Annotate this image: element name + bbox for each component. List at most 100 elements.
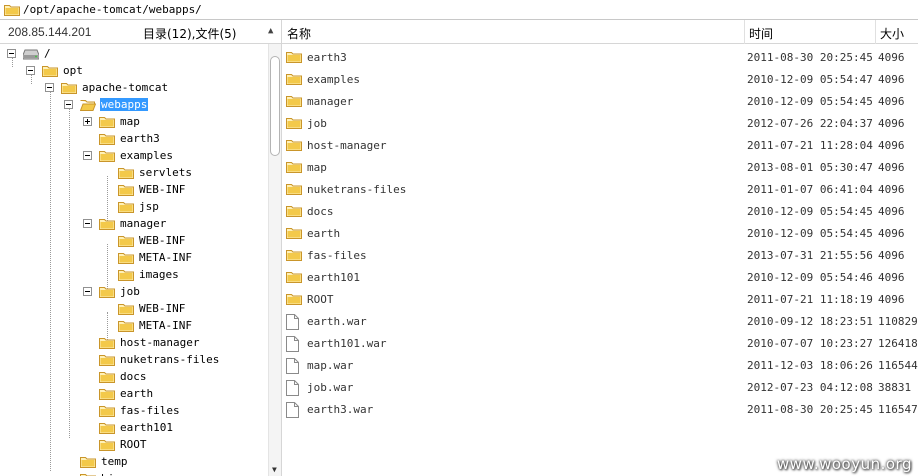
- tree-node[interactable]: map: [83, 113, 141, 130]
- tree-node-label[interactable]: earth101: [119, 421, 174, 434]
- tree-scrollbar[interactable]: ▼: [268, 44, 281, 476]
- file-row[interactable]: job.war 2012-07-23 04:12:08 38831: [282, 376, 918, 398]
- collapse-icon[interactable]: [7, 49, 16, 58]
- column-name-header[interactable]: 名称: [287, 25, 311, 42]
- tree-node[interactable]: temp: [64, 453, 129, 470]
- file-row[interactable]: fas-files 2013-07-31 21:55:56 4096: [282, 244, 918, 266]
- tree-node[interactable]: fas-files: [83, 402, 181, 419]
- tree-node[interactable]: job: [83, 283, 141, 300]
- file-row[interactable]: earth101.war 2010-07-07 10:23:27 1264182: [282, 332, 918, 354]
- tree-node-label[interactable]: nuketrans-files: [119, 353, 220, 366]
- file-name[interactable]: earth: [307, 227, 340, 240]
- tree-node[interactable]: jsp: [102, 198, 160, 215]
- collapse-icon[interactable]: [83, 151, 92, 160]
- tree-node[interactable]: opt: [26, 62, 84, 79]
- file-name[interactable]: earth3: [307, 51, 347, 64]
- tree-node-label[interactable]: job: [119, 285, 141, 298]
- file-name[interactable]: job: [307, 117, 327, 130]
- column-divider[interactable]: [744, 20, 745, 44]
- collapse-icon[interactable]: [26, 66, 35, 75]
- file-row[interactable]: manager 2010-12-09 05:54:45 4096: [282, 90, 918, 112]
- tree-node[interactable]: bin: [64, 470, 122, 476]
- tree-node[interactable]: WEB-INF: [102, 181, 186, 198]
- file-name[interactable]: fas-files: [307, 249, 367, 262]
- file-name[interactable]: earth101.war: [307, 337, 386, 350]
- collapse-icon[interactable]: [64, 100, 73, 109]
- file-row[interactable]: earth 2010-12-09 05:54:45 4096: [282, 222, 918, 244]
- tree-node[interactable]: /: [7, 45, 52, 62]
- file-name[interactable]: earth.war: [307, 315, 367, 328]
- tree-node[interactable]: earth101: [83, 419, 174, 436]
- file-row[interactable]: earth3.war 2011-08-30 20:25:45 1165474: [282, 398, 918, 420]
- file-row[interactable]: host-manager 2011-07-21 11:28:04 4096: [282, 134, 918, 156]
- collapse-icon[interactable]: [45, 83, 54, 92]
- scrollbar-thumb[interactable]: [270, 56, 280, 156]
- tree-node-label[interactable]: META-INF: [138, 251, 193, 264]
- tree-node-label[interactable]: jsp: [138, 200, 160, 213]
- file-name[interactable]: earth101: [307, 271, 360, 284]
- file-row[interactable]: ROOT 2011-07-21 11:18:19 4096: [282, 288, 918, 310]
- tree-node[interactable]: WEB-INF: [102, 300, 186, 317]
- tree-node[interactable]: nuketrans-files: [83, 351, 220, 368]
- path-bar[interactable]: /opt/apache-tomcat/webapps/: [0, 0, 918, 20]
- tree-node-label[interactable]: temp: [100, 455, 129, 468]
- tree-node[interactable]: earth3: [83, 130, 161, 147]
- tree-node-label[interactable]: map: [119, 115, 141, 128]
- file-name[interactable]: docs: [307, 205, 334, 218]
- tree-node-label[interactable]: META-INF: [138, 319, 193, 332]
- tree-node-label[interactable]: earth: [119, 387, 154, 400]
- column-size-header[interactable]: 大小: [880, 25, 904, 42]
- tree-node-label[interactable]: /: [43, 47, 52, 60]
- tree-node[interactable]: earth: [83, 385, 154, 402]
- file-row[interactable]: earth.war 2010-09-12 18:23:51 1108299: [282, 310, 918, 332]
- tree-node-label[interactable]: WEB-INF: [138, 234, 186, 247]
- file-name[interactable]: examples: [307, 73, 360, 86]
- tree-node-label[interactable]: webapps: [100, 98, 149, 111]
- tree-node[interactable]: examples: [83, 147, 174, 164]
- tree-node[interactable]: images: [102, 266, 180, 283]
- tree-node-label[interactable]: opt: [62, 64, 84, 77]
- tree-node-label[interactable]: apache-tomcat: [81, 81, 169, 94]
- tree-node-label[interactable]: host-manager: [119, 336, 200, 349]
- collapse-icon[interactable]: [83, 219, 92, 228]
- file-name[interactable]: host-manager: [307, 139, 386, 152]
- expand-icon[interactable]: [83, 117, 92, 126]
- tree-node[interactable]: ROOT: [83, 436, 148, 453]
- tree-node-label[interactable]: WEB-INF: [138, 183, 186, 196]
- file-row[interactable]: earth101 2010-12-09 05:54:46 4096: [282, 266, 918, 288]
- column-divider[interactable]: [875, 20, 876, 44]
- file-name[interactable]: ROOT: [307, 293, 334, 306]
- file-row[interactable]: map 2013-08-01 05:30:47 4096: [282, 156, 918, 178]
- tree-node-label[interactable]: fas-files: [119, 404, 181, 417]
- tree-node-label[interactable]: docs: [119, 370, 148, 383]
- file-row[interactable]: earth3 2011-08-30 20:25:45 4096: [282, 46, 918, 68]
- tree-node-label[interactable]: earth3: [119, 132, 161, 145]
- tree-node[interactable]: webapps: [64, 96, 149, 113]
- tree-node-label[interactable]: bin: [100, 472, 122, 476]
- tree-node-label[interactable]: servlets: [138, 166, 193, 179]
- file-name[interactable]: earth3.war: [307, 403, 373, 416]
- tree-node[interactable]: host-manager: [83, 334, 200, 351]
- file-name[interactable]: manager: [307, 95, 353, 108]
- tree-node[interactable]: META-INF: [102, 317, 193, 334]
- column-time-header[interactable]: 时间: [749, 25, 773, 42]
- tree-node-label[interactable]: ROOT: [119, 438, 148, 451]
- tree-node-label[interactable]: images: [138, 268, 180, 281]
- file-row[interactable]: nuketrans-files 2011-01-07 06:41:04 4096: [282, 178, 918, 200]
- tree-node[interactable]: servlets: [102, 164, 193, 181]
- file-name[interactable]: job.war: [307, 381, 353, 394]
- file-row[interactable]: docs 2010-12-09 05:54:45 4096: [282, 200, 918, 222]
- file-name[interactable]: map.war: [307, 359, 353, 372]
- tree-node-label[interactable]: WEB-INF: [138, 302, 186, 315]
- file-name[interactable]: nuketrans-files: [307, 183, 406, 196]
- tree-node-label[interactable]: examples: [119, 149, 174, 162]
- tree-node-label[interactable]: manager: [119, 217, 167, 230]
- file-row[interactable]: examples 2010-12-09 05:54:47 4096: [282, 68, 918, 90]
- tree-node[interactable]: META-INF: [102, 249, 193, 266]
- tree-node[interactable]: manager: [83, 215, 167, 232]
- sort-up-icon[interactable]: ▲: [268, 26, 273, 36]
- file-row[interactable]: map.war 2011-12-03 18:06:26 1165448: [282, 354, 918, 376]
- tree-node[interactable]: apache-tomcat: [45, 79, 169, 96]
- file-row[interactable]: job 2012-07-26 22:04:37 4096: [282, 112, 918, 134]
- collapse-icon[interactable]: [83, 287, 92, 296]
